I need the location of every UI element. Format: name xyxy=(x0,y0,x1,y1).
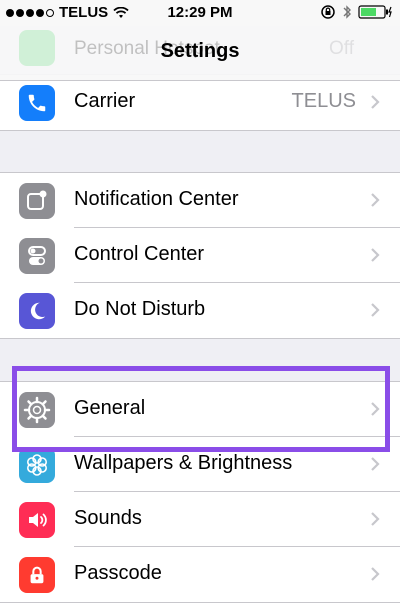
moon-icon xyxy=(19,293,55,329)
settings-row-notification-center[interactable]: Notification Center xyxy=(0,173,400,228)
settings-row-label: Notification Center xyxy=(74,188,239,210)
settings-row-wallpapers-brightness[interactable]: Wallpapers & Brightness xyxy=(0,437,400,492)
settings-row-label: Passcode xyxy=(74,562,162,584)
chevron-right-icon xyxy=(371,457,380,471)
settings-row-control-center[interactable]: Control Center xyxy=(0,228,400,283)
control-center-icon xyxy=(19,238,55,274)
settings-row-label: Do Not Disturb xyxy=(74,298,206,320)
bluetooth-icon xyxy=(343,5,351,19)
chevron-right-icon xyxy=(371,248,380,262)
chevron-right-icon xyxy=(371,512,380,526)
phone-icon xyxy=(19,85,55,121)
settings-row-label: Control Center xyxy=(74,243,205,265)
status-bar: TELUS 12:29 PM xyxy=(0,0,400,26)
settings-group-carrier: Carrier TELUS xyxy=(0,74,400,131)
settings-row-sounds[interactable]: Sounds xyxy=(0,492,400,547)
chevron-right-icon xyxy=(371,567,380,581)
notification-center-icon xyxy=(19,183,55,219)
carrier-value: TELUS xyxy=(291,90,356,112)
settings-row-carrier[interactable]: Carrier TELUS xyxy=(0,75,400,130)
orientation-lock-icon xyxy=(321,5,335,19)
settings-row-label: Wallpapers & Brightness xyxy=(74,452,293,474)
lock-icon xyxy=(19,557,55,593)
settings-row-passcode[interactable]: Passcode xyxy=(0,547,400,602)
battery-charging-icon xyxy=(358,5,392,19)
settings-row-label: Sounds xyxy=(74,507,142,529)
flower-icon xyxy=(19,447,55,483)
speaker-icon xyxy=(19,502,55,538)
settings-group-general: General Wallpapers & Brightness Sounds P… xyxy=(0,381,400,603)
navigation-bar: Personal Hotspot Off Settings xyxy=(0,26,400,81)
settings-row-label: Carrier xyxy=(74,90,136,112)
settings-row-general[interactable]: General xyxy=(0,382,400,437)
settings-row-do-not-disturb[interactable]: Do Not Disturb xyxy=(0,283,400,338)
chevron-right-icon xyxy=(371,193,380,207)
page-title: Settings xyxy=(160,40,240,62)
settings-row-label: General xyxy=(74,397,146,419)
gear-icon xyxy=(19,392,55,428)
chevron-right-icon xyxy=(371,402,380,416)
chevron-right-icon xyxy=(371,303,380,317)
settings-group-notifications: Notification Center Control Center Do No… xyxy=(0,172,400,339)
chevron-right-icon xyxy=(371,95,380,109)
